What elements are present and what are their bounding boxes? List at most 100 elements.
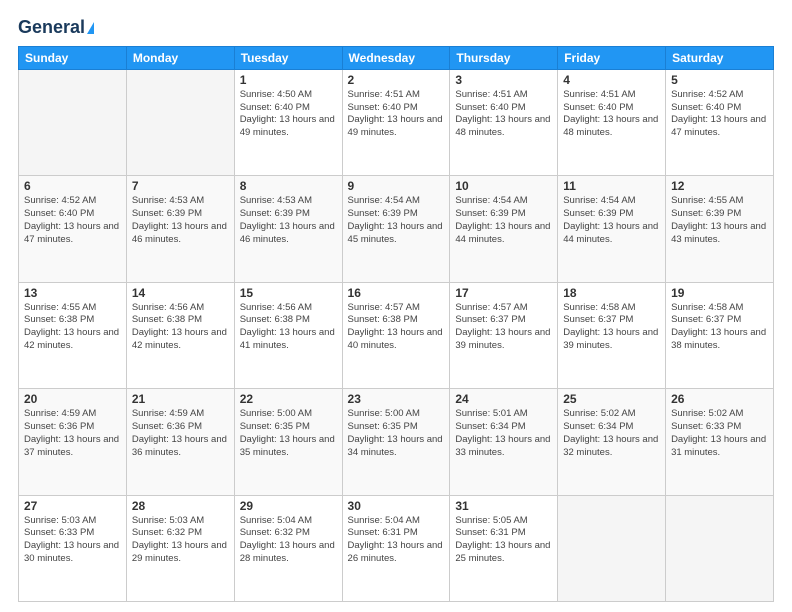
weekday-header-thursday: Thursday: [450, 46, 558, 69]
day-cell: 23 Sunrise: 5:00 AM Sunset: 6:35 PM Dayli…: [342, 389, 450, 495]
day-number: 19: [671, 286, 768, 300]
day-info: Sunrise: 4:52 AM Sunset: 6:40 PM Dayligh…: [671, 89, 768, 140]
weekday-header-saturday: Saturday: [666, 46, 774, 69]
week-row-1: 1 Sunrise: 4:50 AM Sunset: 6:40 PM Daylig…: [19, 69, 774, 175]
day-cell: 12 Sunrise: 4:55 AM Sunset: 6:39 PM Dayli…: [666, 176, 774, 282]
day-cell: 15 Sunrise: 4:56 AM Sunset: 6:38 PM Dayli…: [234, 282, 342, 388]
day-cell: 9 Sunrise: 4:54 AM Sunset: 6:39 PM Daylig…: [342, 176, 450, 282]
day-info: Sunrise: 4:51 AM Sunset: 6:40 PM Dayligh…: [348, 89, 445, 140]
day-number: 26: [671, 392, 768, 406]
day-info: Sunrise: 4:55 AM Sunset: 6:38 PM Dayligh…: [24, 302, 121, 353]
day-info: Sunrise: 5:05 AM Sunset: 6:31 PM Dayligh…: [455, 515, 552, 566]
day-info: Sunrise: 5:03 AM Sunset: 6:32 PM Dayligh…: [132, 515, 229, 566]
day-number: 15: [240, 286, 337, 300]
day-info: Sunrise: 4:51 AM Sunset: 6:40 PM Dayligh…: [563, 89, 660, 140]
day-info: Sunrise: 4:56 AM Sunset: 6:38 PM Dayligh…: [132, 302, 229, 353]
day-cell: 2Sunrise: 4:51 AM Sunset: 6:40 PM Daylig…: [342, 69, 450, 175]
day-number: 22: [240, 392, 337, 406]
day-cell: 29 Sunrise: 5:04 AM Sunset: 6:32 PM Dayli…: [234, 495, 342, 601]
day-number: 3: [455, 73, 552, 87]
day-number: 9: [348, 179, 445, 193]
day-info: Sunrise: 5:04 AM Sunset: 6:32 PM Dayligh…: [240, 515, 337, 566]
day-cell: 14 Sunrise: 4:56 AM Sunset: 6:38 PM Dayli…: [126, 282, 234, 388]
day-cell: 28 Sunrise: 5:03 AM Sunset: 6:32 PM Dayli…: [126, 495, 234, 601]
day-cell: 18 Sunrise: 4:58 AM Sunset: 6:37 PM Dayli…: [558, 282, 666, 388]
day-info: Sunrise: 4:56 AM Sunset: 6:38 PM Dayligh…: [240, 302, 337, 353]
day-cell: 1 Sunrise: 4:50 AM Sunset: 6:40 PM Daylig…: [234, 69, 342, 175]
week-row-2: 6 Sunrise: 4:52 AM Sunset: 6:40 PM Daylig…: [19, 176, 774, 282]
header: General: [18, 18, 774, 38]
day-number: 13: [24, 286, 121, 300]
day-info: Sunrise: 5:02 AM Sunset: 6:34 PM Dayligh…: [563, 408, 660, 459]
weekday-header-row: SundayMondayTuesdayWednesdayThursdayFrid…: [19, 46, 774, 69]
day-cell: 26 Sunrise: 5:02 AM Sunset: 6:33 PM Dayli…: [666, 389, 774, 495]
weekday-header-friday: Friday: [558, 46, 666, 69]
logo-triangle-icon: [87, 22, 94, 34]
day-number: 31: [455, 499, 552, 513]
day-info: Sunrise: 4:54 AM Sunset: 6:39 PM Dayligh…: [348, 195, 445, 246]
day-number: 23: [348, 392, 445, 406]
day-number: 21: [132, 392, 229, 406]
day-number: 5: [671, 73, 768, 87]
day-number: 27: [24, 499, 121, 513]
day-info: Sunrise: 5:03 AM Sunset: 6:33 PM Dayligh…: [24, 515, 121, 566]
day-number: 11: [563, 179, 660, 193]
day-cell: 8 Sunrise: 4:53 AM Sunset: 6:39 PM Daylig…: [234, 176, 342, 282]
day-cell: 6 Sunrise: 4:52 AM Sunset: 6:40 PM Daylig…: [19, 176, 127, 282]
day-number: 12: [671, 179, 768, 193]
day-info: Sunrise: 4:58 AM Sunset: 6:37 PM Dayligh…: [563, 302, 660, 353]
weekday-header-tuesday: Tuesday: [234, 46, 342, 69]
logo-general: General: [18, 18, 85, 38]
day-number: 1: [240, 73, 337, 87]
day-cell: 27 Sunrise: 5:03 AM Sunset: 6:33 PM Dayli…: [19, 495, 127, 601]
weekday-header-sunday: Sunday: [19, 46, 127, 69]
calendar-page: General SundayMondayTuesdayWednesdayThur…: [0, 0, 792, 612]
day-info: Sunrise: 5:00 AM Sunset: 6:35 PM Dayligh…: [348, 408, 445, 459]
day-number: 18: [563, 286, 660, 300]
day-number: 28: [132, 499, 229, 513]
day-info: Sunrise: 4:58 AM Sunset: 6:37 PM Dayligh…: [671, 302, 768, 353]
day-cell: 5 Sunrise: 4:52 AM Sunset: 6:40 PM Daylig…: [666, 69, 774, 175]
day-cell: 24Sunrise: 5:01 AM Sunset: 6:34 PM Dayli…: [450, 389, 558, 495]
day-info: Sunrise: 5:04 AM Sunset: 6:31 PM Dayligh…: [348, 515, 445, 566]
day-cell: 31 Sunrise: 5:05 AM Sunset: 6:31 PM Dayli…: [450, 495, 558, 601]
day-info: Sunrise: 4:50 AM Sunset: 6:40 PM Dayligh…: [240, 89, 337, 140]
day-number: 20: [24, 392, 121, 406]
weekday-header-monday: Monday: [126, 46, 234, 69]
day-info: Sunrise: 4:53 AM Sunset: 6:39 PM Dayligh…: [132, 195, 229, 246]
day-number: 30: [348, 499, 445, 513]
weekday-header-wednesday: Wednesday: [342, 46, 450, 69]
day-cell: 7 Sunrise: 4:53 AM Sunset: 6:39 PM Daylig…: [126, 176, 234, 282]
day-info: Sunrise: 4:59 AM Sunset: 6:36 PM Dayligh…: [24, 408, 121, 459]
day-info: Sunrise: 5:02 AM Sunset: 6:33 PM Dayligh…: [671, 408, 768, 459]
day-cell: [126, 69, 234, 175]
day-cell: [558, 495, 666, 601]
day-cell: 19 Sunrise: 4:58 AM Sunset: 6:37 PM Dayli…: [666, 282, 774, 388]
day-info: Sunrise: 4:52 AM Sunset: 6:40 PM Dayligh…: [24, 195, 121, 246]
day-number: 4: [563, 73, 660, 87]
day-info: Sunrise: 4:55 AM Sunset: 6:39 PM Dayligh…: [671, 195, 768, 246]
day-info: Sunrise: 4:57 AM Sunset: 6:38 PM Dayligh…: [348, 302, 445, 353]
day-number: 29: [240, 499, 337, 513]
day-cell: 16Sunrise: 4:57 AM Sunset: 6:38 PM Dayli…: [342, 282, 450, 388]
calendar-table: SundayMondayTuesdayWednesdayThursdayFrid…: [18, 46, 774, 602]
week-row-4: 20 Sunrise: 4:59 AM Sunset: 6:36 PM Dayli…: [19, 389, 774, 495]
day-cell: 3Sunrise: 4:51 AM Sunset: 6:40 PM Daylig…: [450, 69, 558, 175]
day-number: 14: [132, 286, 229, 300]
logo: General: [18, 18, 94, 38]
day-info: Sunrise: 4:57 AM Sunset: 6:37 PM Dayligh…: [455, 302, 552, 353]
day-cell: 4 Sunrise: 4:51 AM Sunset: 6:40 PM Daylig…: [558, 69, 666, 175]
day-number: 17: [455, 286, 552, 300]
day-info: Sunrise: 4:59 AM Sunset: 6:36 PM Dayligh…: [132, 408, 229, 459]
day-cell: 10Sunrise: 4:54 AM Sunset: 6:39 PM Dayli…: [450, 176, 558, 282]
day-cell: [666, 495, 774, 601]
day-info: Sunrise: 4:53 AM Sunset: 6:39 PM Dayligh…: [240, 195, 337, 246]
day-cell: 21 Sunrise: 4:59 AM Sunset: 6:36 PM Dayli…: [126, 389, 234, 495]
day-info: Sunrise: 4:54 AM Sunset: 6:39 PM Dayligh…: [455, 195, 552, 246]
day-number: 8: [240, 179, 337, 193]
day-number: 7: [132, 179, 229, 193]
week-row-5: 27 Sunrise: 5:03 AM Sunset: 6:33 PM Dayli…: [19, 495, 774, 601]
day-cell: 13 Sunrise: 4:55 AM Sunset: 6:38 PM Dayli…: [19, 282, 127, 388]
day-cell: 17 Sunrise: 4:57 AM Sunset: 6:37 PM Dayli…: [450, 282, 558, 388]
day-number: 6: [24, 179, 121, 193]
